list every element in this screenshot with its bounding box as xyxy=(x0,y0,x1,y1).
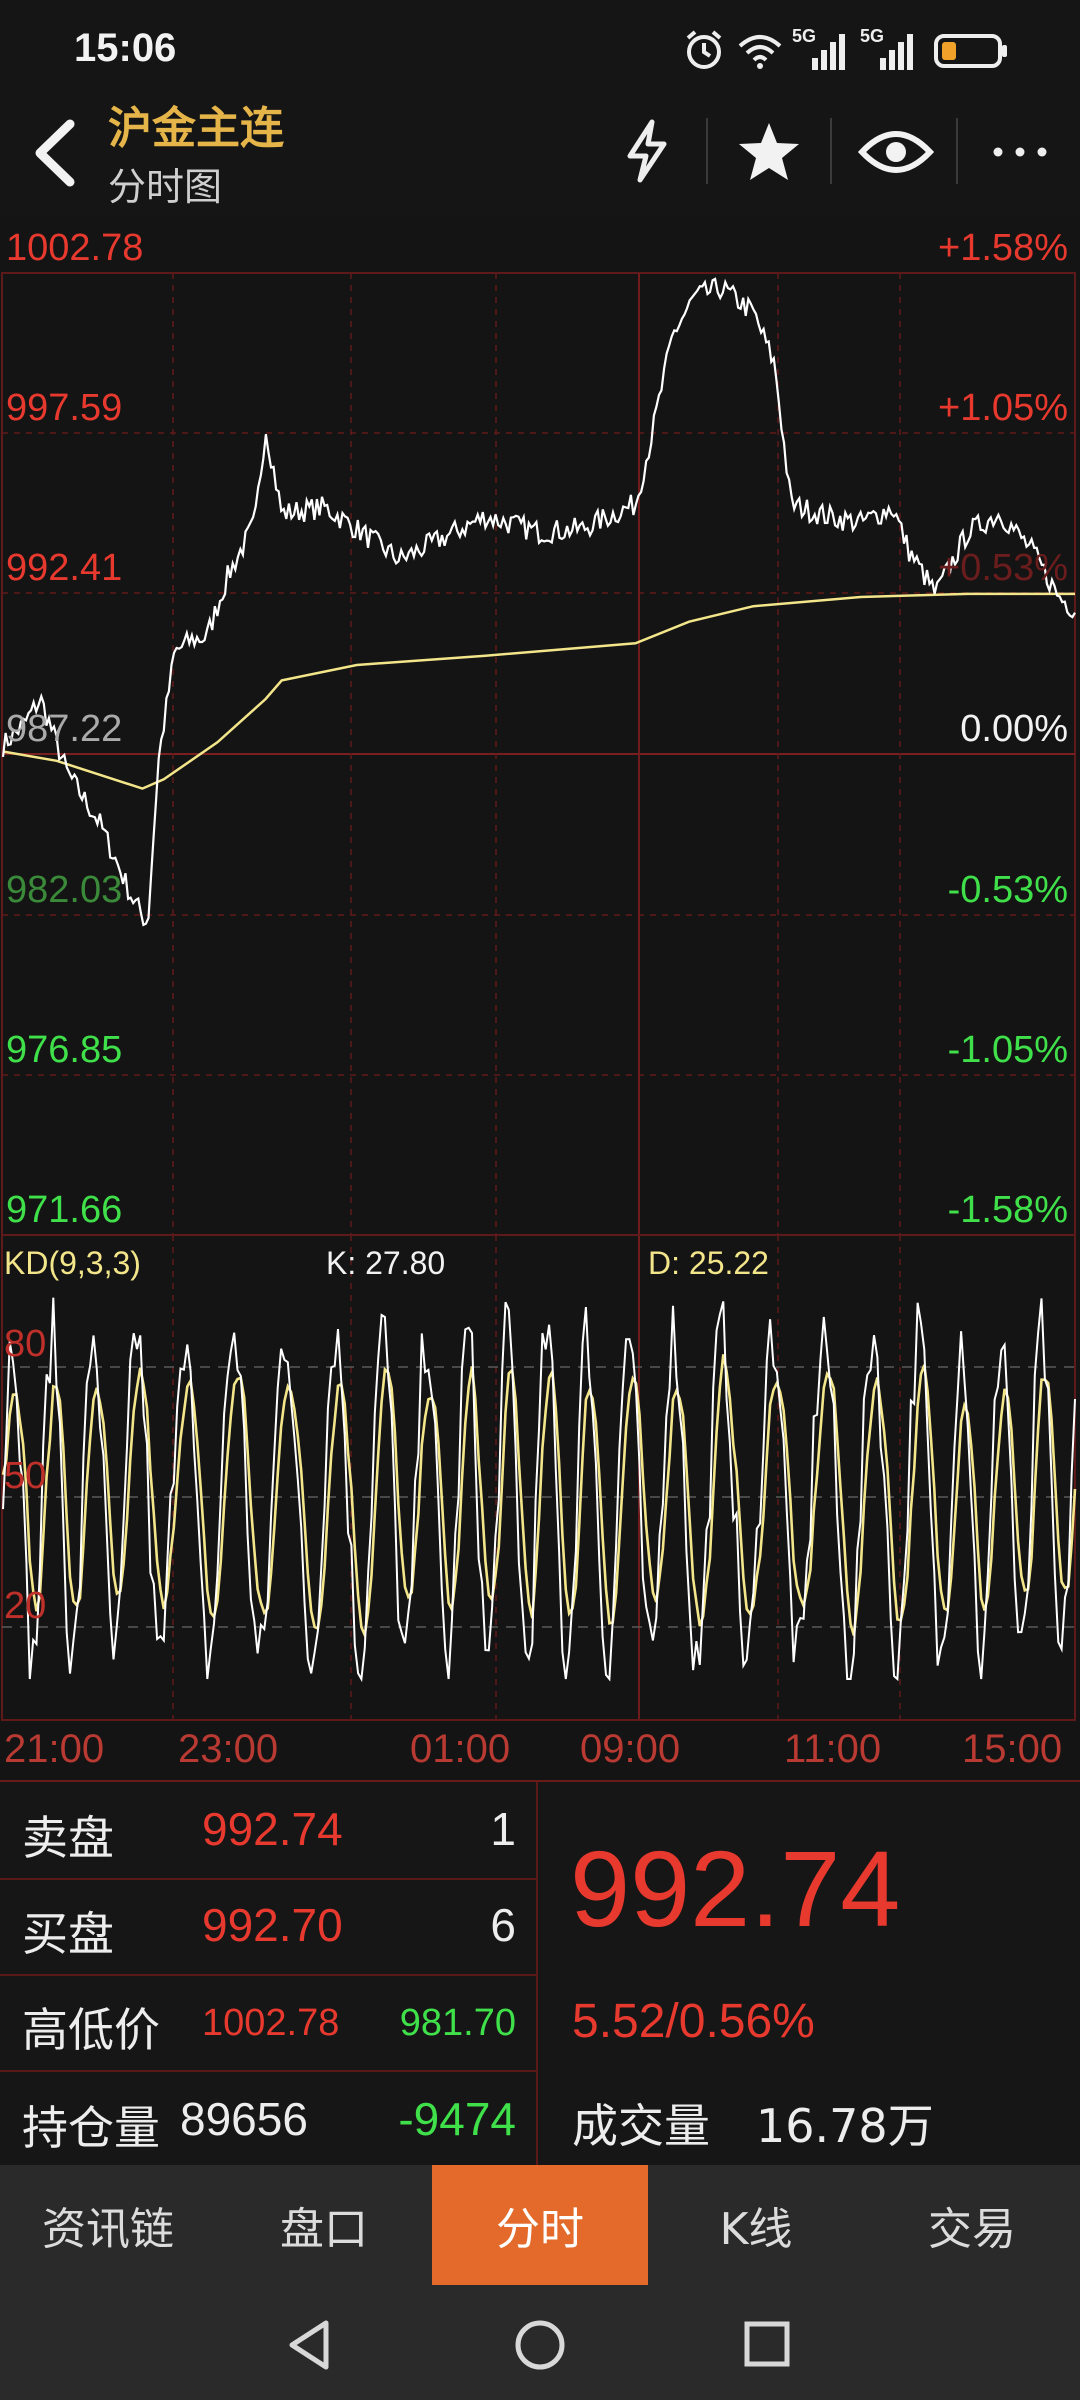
buy-row[interactable]: 买盘 992.70 6 xyxy=(0,1878,536,1976)
price-label: 992.41 xyxy=(6,547,123,589)
eye-icon[interactable] xyxy=(858,124,934,180)
status-time: 15:06 xyxy=(74,26,177,70)
more-icon[interactable] xyxy=(990,140,1050,164)
kd-k-line xyxy=(2,1297,1076,1683)
page-subtitle: 分时图 xyxy=(108,165,223,209)
recents-nav-icon[interactable] xyxy=(742,2319,792,2369)
back-arrow-icon[interactable] xyxy=(26,118,82,188)
price-label-prev-close: 987.22 xyxy=(6,708,123,750)
last-price: 992.74 xyxy=(570,1828,901,1949)
kd-k-value: K: 27.80 xyxy=(326,1245,446,1281)
kd-level-label: 20 xyxy=(4,1585,47,1627)
pct-label: -1.58% xyxy=(947,1189,1068,1231)
high-price: 1002.78 xyxy=(202,2002,340,2044)
volume-value: 16.78万 xyxy=(756,2099,934,2153)
header-divider xyxy=(706,118,708,184)
home-nav-icon[interactable] xyxy=(512,2317,568,2373)
low-price: 981.70 xyxy=(399,2002,516,2044)
battery-icon xyxy=(934,34,1007,68)
quote-panel: 卖盘 992.74 1 买盘 992.70 6 高低价 1002.78 981.… xyxy=(0,1780,1080,2167)
average-price-line xyxy=(2,592,1075,790)
open-interest-value: 89656 xyxy=(180,2093,308,2145)
tab-news-chain[interactable]: 资讯链 xyxy=(0,2165,216,2285)
high-low-row: 高低价 1002.78 981.70 xyxy=(0,1974,536,2072)
signal-icon xyxy=(812,34,845,70)
tab-trade[interactable]: 交易 xyxy=(864,2165,1080,2285)
sell-price: 992.74 xyxy=(202,1803,343,1855)
open-interest-change: -9474 xyxy=(398,2093,516,2145)
alarm-icon xyxy=(686,30,722,69)
tab-order-book[interactable]: 盘口 xyxy=(216,2165,432,2285)
buy-label: 买盘 xyxy=(22,1907,114,1961)
buy-qty: 6 xyxy=(490,1899,516,1951)
price-label: 997.59 xyxy=(6,387,123,429)
pct-label: -0.53% xyxy=(947,869,1068,911)
high-low-label: 高低价 xyxy=(22,2003,160,2057)
time-label: 21:00 xyxy=(4,1727,105,1771)
signal-icon xyxy=(880,34,913,70)
price-label-max: 1002.78 xyxy=(6,227,144,269)
sell-row[interactable]: 卖盘 992.74 1 xyxy=(0,1782,536,1880)
pct-label: +0.53% xyxy=(938,547,1068,589)
time-label: 23:00 xyxy=(178,1727,279,1771)
time-label: 09:00 xyxy=(580,1727,681,1771)
time-label: 15:00 xyxy=(962,1727,1063,1771)
header-divider xyxy=(956,118,958,184)
chart-canvas xyxy=(1,272,1077,1721)
pct-label: +1.58% xyxy=(938,227,1068,269)
pct-label: -1.05% xyxy=(947,1029,1068,1071)
bottom-tab-bar: 资讯链 盘口 分时 K线 交易 xyxy=(0,2165,1080,2285)
panel-divider xyxy=(536,1782,538,2167)
page-title: 沪金主连 xyxy=(108,103,284,154)
intraday-chart[interactable]: 1002.78 997.59 992.41 987.22 982.03 976.… xyxy=(0,215,1080,1780)
star-icon[interactable] xyxy=(736,120,802,184)
kd-levels xyxy=(2,1366,1075,1628)
sell-qty: 1 xyxy=(490,1803,516,1855)
price-line xyxy=(1,277,1076,927)
open-interest-row: 持仓量 89656 -9474 xyxy=(0,2070,536,2166)
kd-level-label: 80 xyxy=(4,1323,47,1365)
kd-indicator-name[interactable]: KD(9,3,3) xyxy=(4,1245,141,1282)
header-divider xyxy=(830,118,832,184)
price-label-min: 971.66 xyxy=(6,1189,123,1231)
system-nav-bar xyxy=(0,2285,1080,2400)
kd-d-value: D: 25.22 xyxy=(648,1245,769,1281)
kd-level-label: 50 xyxy=(4,1455,47,1497)
pct-label: 0.00% xyxy=(960,708,1068,750)
lightning-icon[interactable] xyxy=(618,118,674,184)
time-label: 01:00 xyxy=(410,1727,511,1771)
price-change: 5.52/0.56% xyxy=(572,1995,815,2048)
back-nav-icon[interactable] xyxy=(284,2317,334,2373)
tab-intraday[interactable]: 分时 xyxy=(432,2165,648,2285)
buy-price: 992.70 xyxy=(202,1899,343,1951)
volume-label: 成交量 xyxy=(572,2099,710,2153)
time-label: 11:00 xyxy=(784,1727,882,1771)
tab-kline[interactable]: K线 xyxy=(648,2165,864,2285)
wifi-icon xyxy=(738,35,782,69)
status-bar: 15:06 5G 5G xyxy=(0,0,1080,100)
sell-label: 卖盘 xyxy=(22,1811,114,1865)
price-label: 976.85 xyxy=(6,1029,123,1071)
open-interest-label: 持仓量 xyxy=(22,2101,160,2155)
pct-label: +1.05% xyxy=(938,387,1068,429)
price-label: 982.03 xyxy=(6,869,123,911)
